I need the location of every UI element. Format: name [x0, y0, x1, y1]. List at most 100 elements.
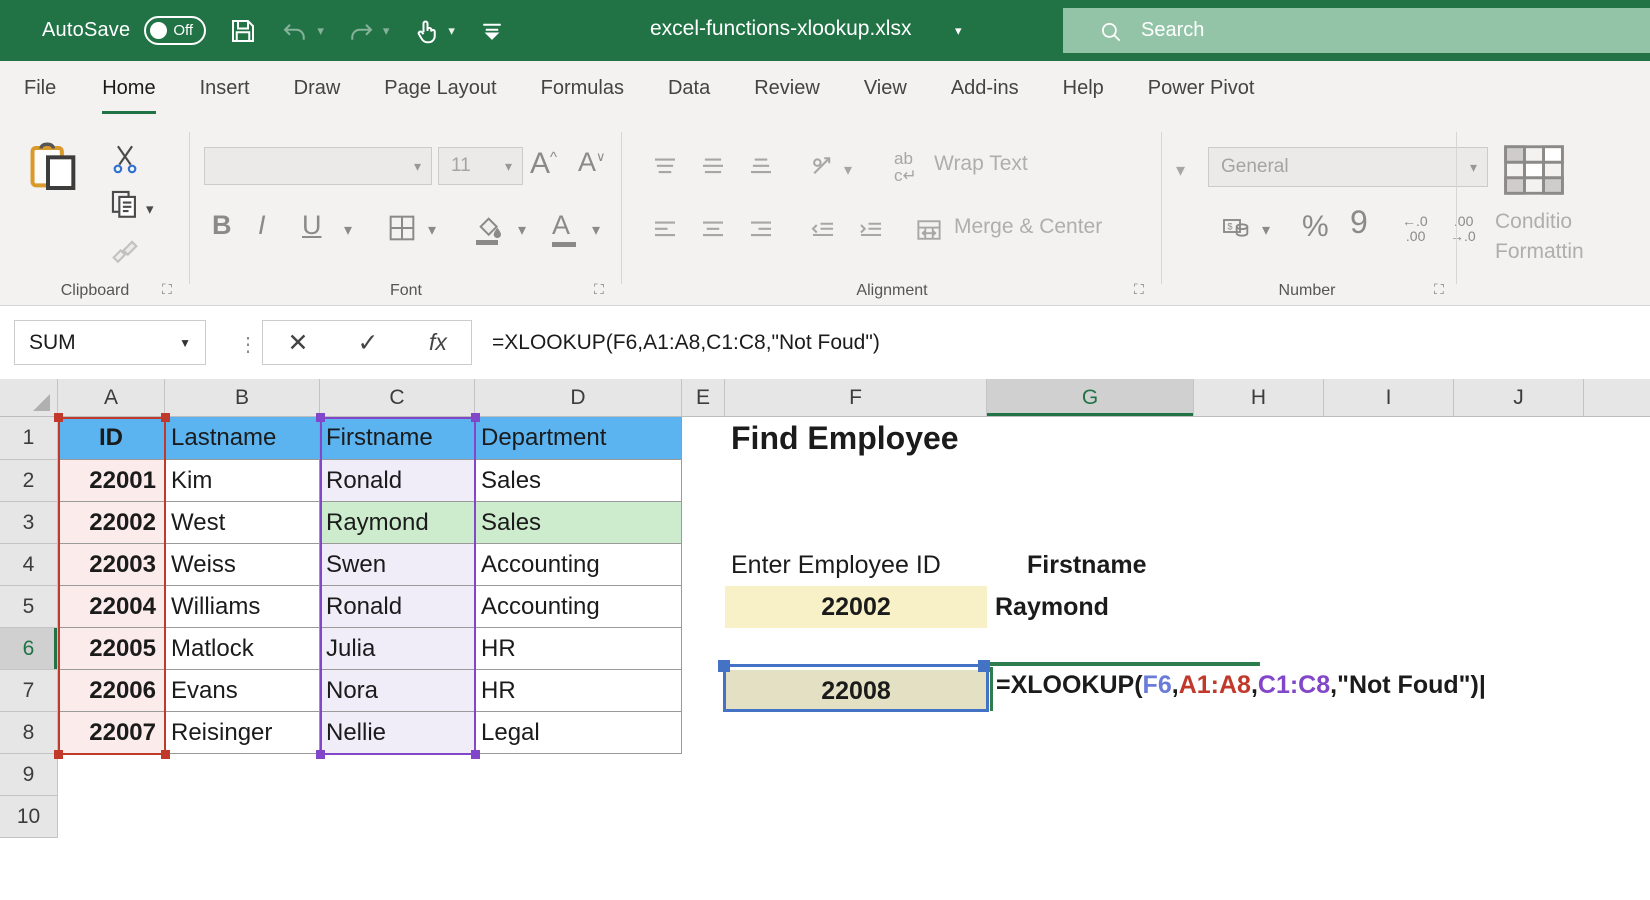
shrink-font-icon[interactable]: A∨ — [578, 147, 606, 178]
cell-B4[interactable]: Weiss — [165, 544, 320, 586]
tab-insert[interactable]: Insert — [178, 61, 272, 122]
clipboard-dialog-launcher[interactable]: ⛶ — [162, 281, 172, 298]
cell-G6-formula-editor[interactable]: =XLOOKUP(F6,A1:A8,C1:C8,"Not Foud")| — [996, 671, 1486, 700]
cell-C4[interactable]: Swen — [320, 544, 475, 586]
font-color-dropdown-icon[interactable]: ▾ — [592, 220, 600, 240]
cell-B2[interactable]: Kim — [165, 460, 320, 502]
range-handle[interactable] — [316, 750, 325, 759]
cell-F1-panel-title[interactable]: Find Employee — [731, 417, 1151, 460]
italic-button[interactable]: I — [258, 210, 266, 241]
cell-F3-label-enter-id[interactable]: Enter Employee ID — [731, 544, 993, 586]
autosave-toggle[interactable]: Off — [144, 16, 206, 45]
wrap-text-label[interactable]: Wrap Text — [934, 152, 1028, 176]
document-title-dropdown-icon[interactable]: ▾ — [955, 23, 962, 39]
tab-file[interactable]: File — [0, 61, 80, 122]
search-box[interactable]: Search — [1063, 8, 1650, 53]
redo-icon[interactable] — [346, 16, 376, 46]
cell-A8[interactable]: 22007 — [58, 712, 165, 754]
row-header-8[interactable]: 8 — [0, 712, 58, 754]
copy-dropdown-icon[interactable]: ▾ — [146, 200, 154, 218]
cell-G4-result[interactable]: Raymond — [995, 586, 1202, 628]
undo-dropdown-icon[interactable]: ▾ — [317, 23, 324, 39]
number-dialog-launcher[interactable]: ⛶ — [1434, 281, 1444, 298]
cell-D4[interactable]: Accounting — [475, 544, 682, 586]
percent-style-button[interactable]: % — [1302, 210, 1329, 244]
column-header-F[interactable]: F — [725, 379, 987, 416]
align-bottom-icon[interactable] — [746, 152, 776, 187]
comma-style-button[interactable]: 9 — [1350, 204, 1368, 241]
copy-icon[interactable] — [108, 187, 142, 226]
column-header-D[interactable]: D — [475, 379, 682, 416]
cell-A3[interactable]: 22002 — [58, 502, 165, 544]
row-header-10[interactable]: 10 — [0, 796, 58, 838]
cell-A6[interactable]: 22005 — [58, 628, 165, 670]
cell-C7[interactable]: Nora — [320, 670, 475, 712]
column-header-J[interactable]: J — [1454, 379, 1584, 416]
formula-bar-drag-handle[interactable]: ⋮ — [238, 332, 258, 357]
cell-B1[interactable]: Lastname — [165, 417, 320, 460]
tab-view[interactable]: View — [842, 61, 929, 122]
row-header-1[interactable]: 1 — [0, 417, 58, 460]
row-header-4[interactable]: 4 — [0, 544, 58, 586]
select-all-corner[interactable] — [0, 379, 58, 416]
fill-color-icon[interactable] — [474, 212, 506, 249]
column-header-B[interactable]: B — [165, 379, 320, 416]
name-box[interactable]: SUM ▼ — [14, 320, 206, 365]
paste-icon[interactable] — [24, 140, 88, 209]
underline-button[interactable]: U — [302, 210, 322, 241]
cell-C8[interactable]: Nellie — [320, 712, 475, 754]
number-format-combo[interactable]: General ▾ — [1208, 147, 1488, 187]
cell-B6[interactable]: Matlock — [165, 628, 320, 670]
font-size-combo[interactable]: 11 ▾ — [438, 147, 523, 185]
cell-B3[interactable]: West — [165, 502, 320, 544]
cell-D5[interactable]: Accounting — [475, 586, 682, 628]
redo-dropdown-icon[interactable]: ▾ — [383, 23, 390, 39]
format-painter-icon[interactable] — [108, 232, 142, 271]
range-handle[interactable] — [161, 413, 170, 422]
borders-icon[interactable] — [386, 212, 418, 249]
cell-D1[interactable]: Department — [475, 417, 682, 460]
column-header-E[interactable]: E — [682, 379, 725, 416]
font-name-combo[interactable]: ▾ — [204, 147, 432, 185]
cell-A1[interactable]: ID — [58, 417, 165, 460]
range-handle[interactable] — [161, 750, 170, 759]
tab-page-layout[interactable]: Page Layout — [362, 61, 518, 122]
increase-indent-icon[interactable] — [856, 215, 886, 250]
touch-mode-dropdown-icon[interactable]: ▾ — [448, 23, 455, 39]
cell-B8[interactable]: Reisinger — [165, 712, 320, 754]
formula-input[interactable]: =XLOOKUP(F6,A1:A8,C1:C8,"Not Foud") — [480, 320, 1650, 365]
range-handle[interactable] — [54, 413, 63, 422]
cell-A2[interactable]: 22001 — [58, 460, 165, 502]
cell-G3-label-firstname[interactable]: Firstname — [1027, 544, 1234, 586]
cell-A7[interactable]: 22006 — [58, 670, 165, 712]
align-right-icon[interactable] — [746, 215, 776, 250]
underline-dropdown-icon[interactable]: ▾ — [344, 220, 352, 240]
column-header-C[interactable]: C — [320, 379, 475, 416]
row-header-5[interactable]: 5 — [0, 586, 58, 628]
row-header-7[interactable]: 7 — [0, 670, 58, 712]
cell-B7[interactable]: Evans — [165, 670, 320, 712]
column-header-H[interactable]: H — [1194, 379, 1324, 416]
tab-help[interactable]: Help — [1041, 61, 1126, 122]
range-handle[interactable] — [978, 660, 990, 672]
cell-F6-input-id[interactable]: 22008 — [725, 670, 987, 712]
orientation-icon[interactable] — [808, 152, 838, 187]
alignment-overflow-icon[interactable]: ▾ — [1176, 160, 1185, 181]
range-handle[interactable] — [718, 660, 730, 672]
orientation-dropdown-icon[interactable]: ▾ — [844, 160, 852, 180]
cell-D2[interactable]: Sales — [475, 460, 682, 502]
range-handle[interactable] — [471, 413, 480, 422]
range-handle[interactable] — [316, 413, 325, 422]
document-title[interactable]: excel-functions-xlookup.xlsx — [650, 17, 911, 41]
cut-icon[interactable] — [108, 142, 142, 181]
cell-C2[interactable]: Ronald — [320, 460, 475, 502]
merge-center-label[interactable]: Merge & Center — [954, 215, 1102, 239]
tab-draw[interactable]: Draw — [272, 61, 363, 122]
align-center-icon[interactable] — [698, 215, 728, 250]
conditional-formatting-label-line2[interactable]: Formattin — [1495, 240, 1584, 264]
cell-C6[interactable]: Julia — [320, 628, 475, 670]
touch-mode-icon[interactable] — [411, 16, 441, 46]
cell-C1[interactable]: Firstname — [320, 417, 475, 460]
align-middle-icon[interactable] — [698, 152, 728, 187]
cell-D7[interactable]: HR — [475, 670, 682, 712]
